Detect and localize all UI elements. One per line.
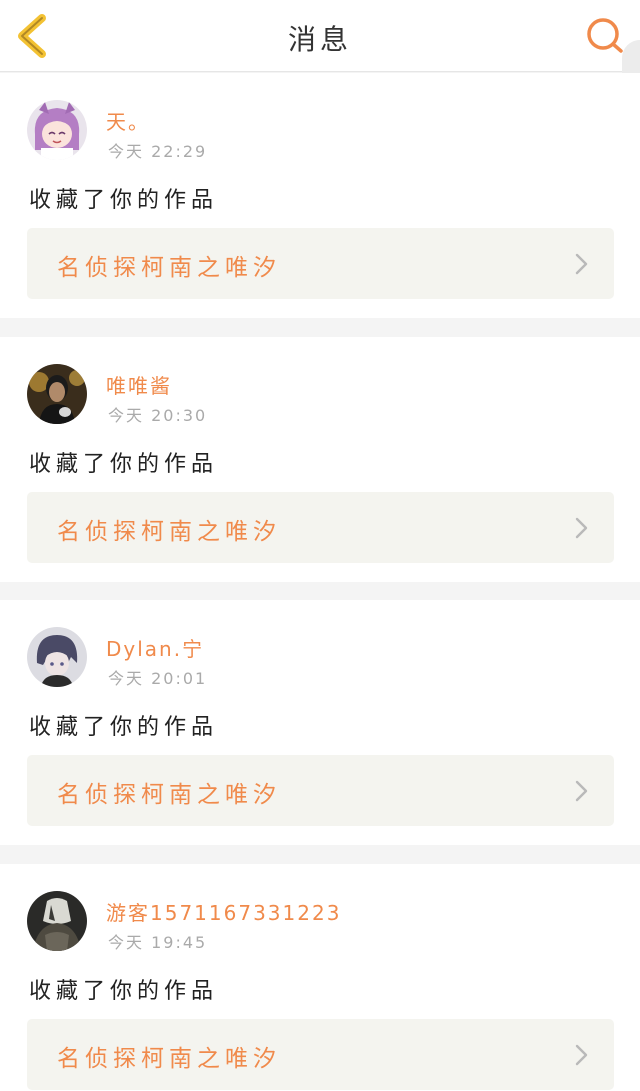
action-text: 收藏了你的作品 [29, 188, 219, 213]
work-link[interactable]: 名侦探柯南之唯汐 [27, 492, 614, 563]
username[interactable]: Dylan.宁 [106, 633, 204, 662]
username[interactable]: 天。 [106, 106, 150, 135]
anime-boy-avatar [27, 627, 87, 687]
notification-card: 天。 今天 22:29 收藏了你的作品 名侦探柯南之唯汐 [0, 73, 640, 318]
page-title: 消息 [287, 23, 352, 56]
dark-figure-avatar [27, 891, 87, 951]
search-icon [587, 18, 623, 53]
chevron-right-icon [575, 780, 588, 802]
anime-girl-avatar [27, 100, 87, 160]
work-title: 名侦探柯南之唯汐 [57, 255, 281, 281]
user-avatar[interactable] [27, 364, 87, 424]
work-link[interactable]: 名侦探柯南之唯汐 [27, 228, 614, 299]
action-text: 收藏了你的作品 [29, 452, 219, 477]
timestamp: 今天 19:45 [108, 933, 208, 952]
top-bar: 消息 [0, 0, 640, 72]
user-avatar[interactable] [27, 891, 87, 951]
chevron-right-icon [575, 517, 588, 539]
action-text: 收藏了你的作品 [29, 715, 219, 740]
search-button[interactable] [582, 14, 628, 58]
timestamp: 今天 22:29 [108, 142, 208, 161]
dark-portrait-avatar [27, 364, 87, 424]
work-link[interactable]: 名侦探柯南之唯汐 [27, 1019, 614, 1090]
user-avatar[interactable] [27, 627, 87, 687]
chevron-right-icon [575, 1044, 588, 1066]
work-title: 名侦探柯南之唯汐 [57, 782, 281, 808]
timestamp: 今天 20:01 [108, 669, 208, 688]
work-link[interactable]: 名侦探柯南之唯汐 [27, 755, 614, 826]
action-text: 收藏了你的作品 [29, 979, 219, 1004]
user-avatar[interactable] [27, 100, 87, 160]
work-title: 名侦探柯南之唯汐 [57, 1046, 281, 1072]
username[interactable]: 游客1571167331223 [106, 897, 341, 926]
notification-card: Dylan.宁 今天 20:01 收藏了你的作品 名侦探柯南之唯汐 [0, 600, 640, 845]
username[interactable]: 唯唯酱 [106, 370, 172, 399]
chevron-right-icon [575, 253, 588, 275]
work-title: 名侦探柯南之唯汐 [57, 519, 281, 545]
timestamp: 今天 20:30 [108, 406, 208, 425]
notification-card: 唯唯酱 今天 20:30 收藏了你的作品 名侦探柯南之唯汐 [0, 337, 640, 582]
notification-card: 游客1571167331223 今天 19:45 收藏了你的作品 名侦探柯南之唯… [0, 864, 640, 1091]
